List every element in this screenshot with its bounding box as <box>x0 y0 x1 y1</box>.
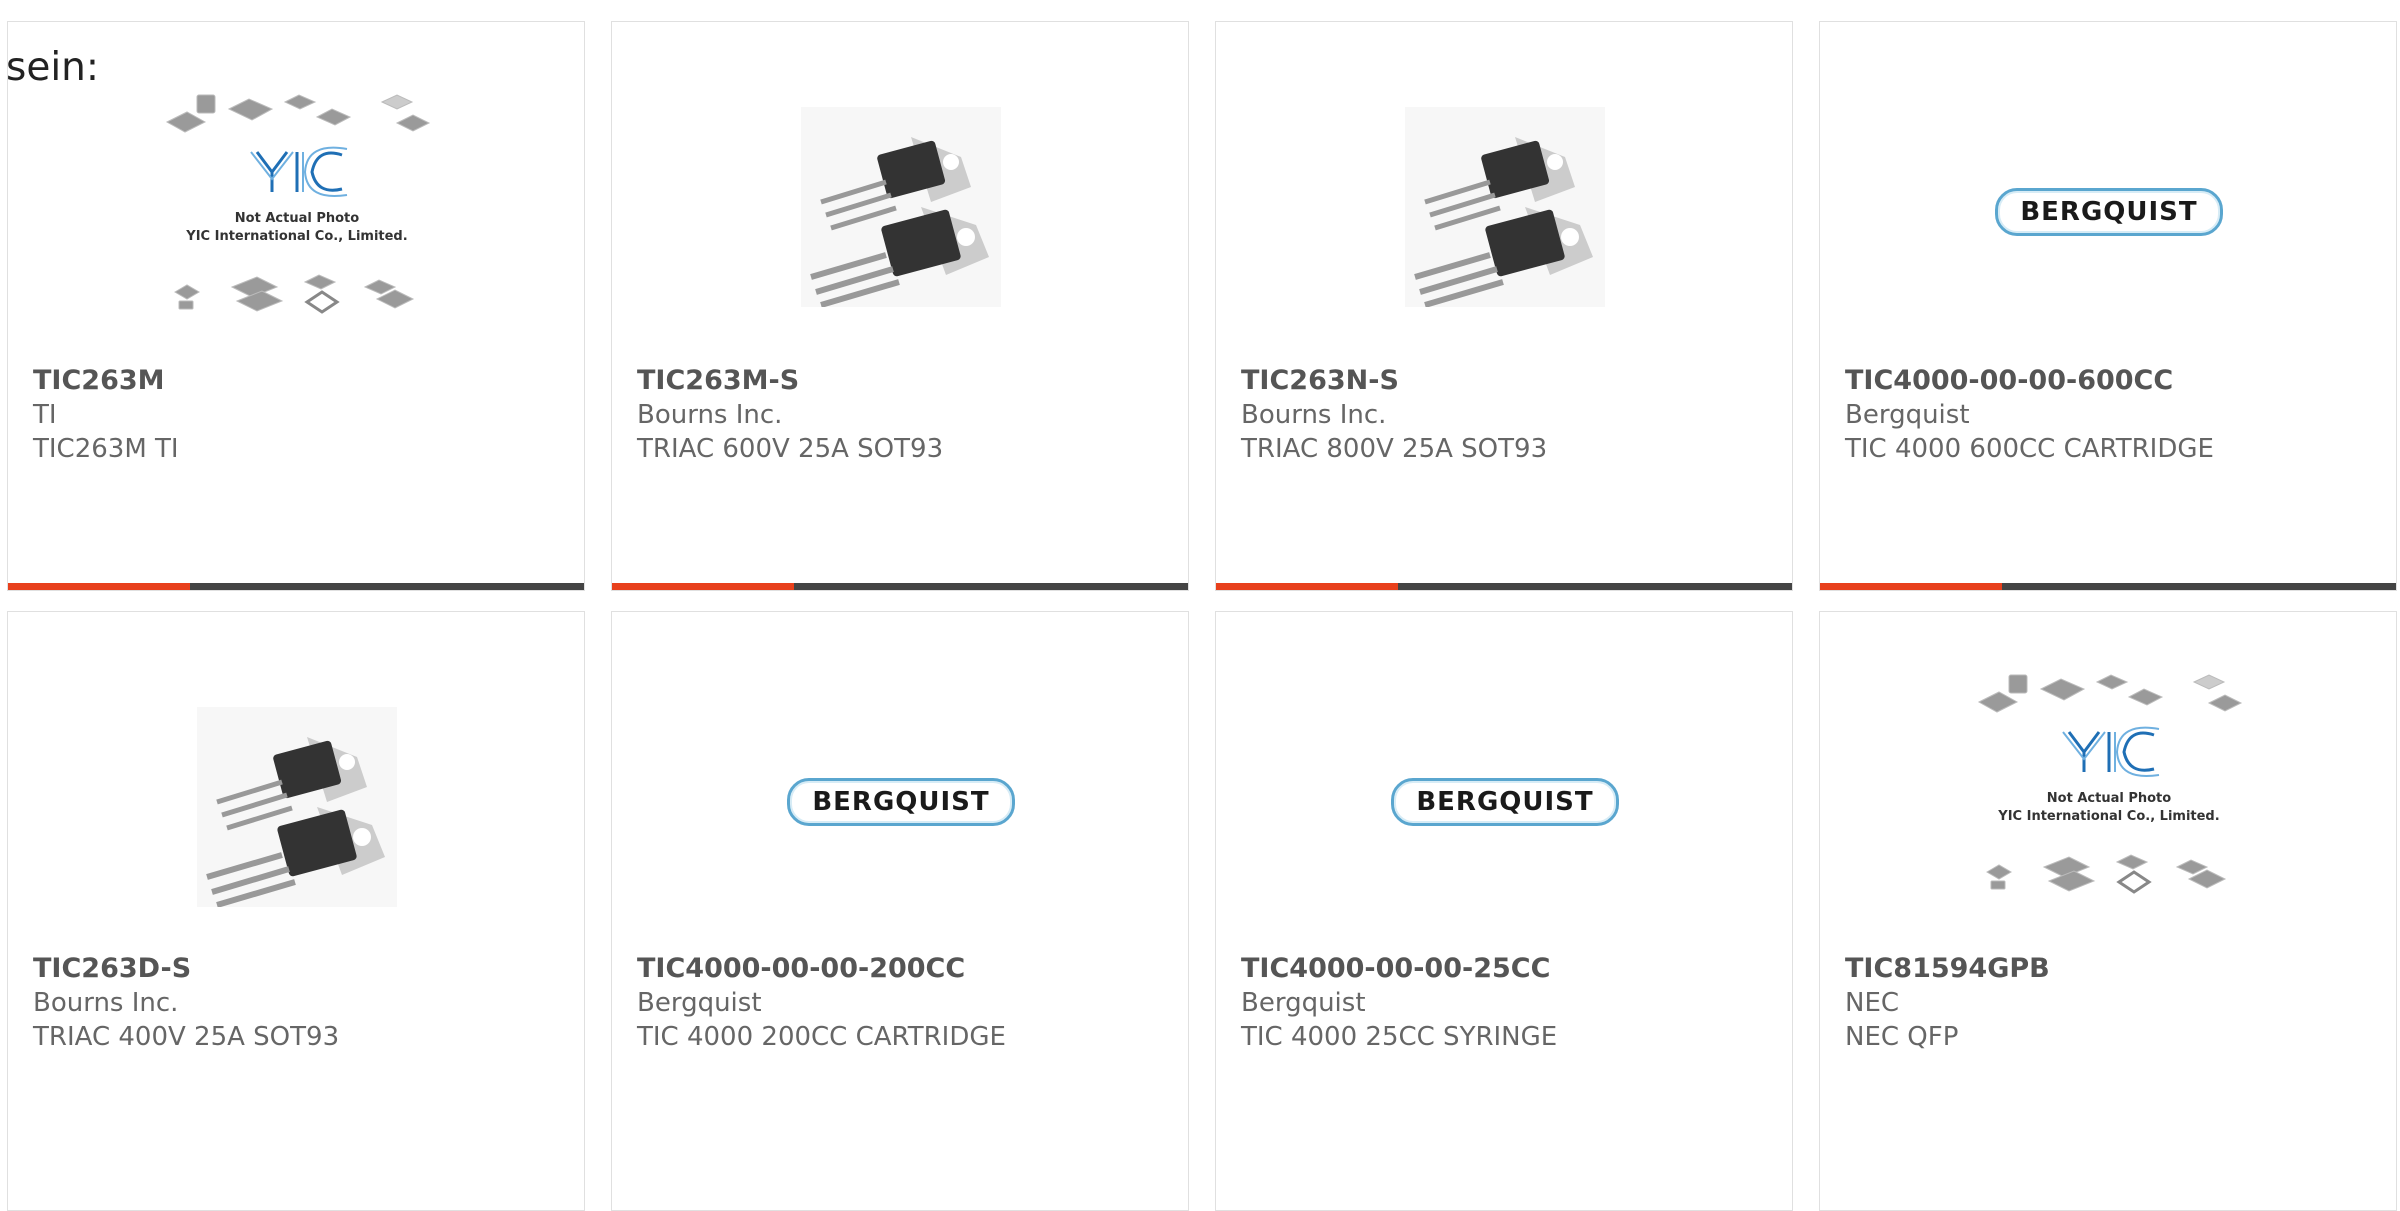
manufacturer: NEC <box>1845 988 1900 1018</box>
part-number-link[interactable]: TIC4000-00-00-25CC <box>1241 952 1772 986</box>
manufacturer: Bergquist <box>1845 400 1970 430</box>
product-image[interactable] <box>612 82 1188 332</box>
manufacturer: Bergquist <box>637 988 762 1018</box>
bergquist-logo: BERGQUIST <box>1995 188 2223 236</box>
description: TRIAC 800V 25A SOT93 <box>1241 434 1548 464</box>
description: TIC 4000 25CC SYRINGE <box>1241 1022 1558 1052</box>
card-bar-accent <box>8 583 190 590</box>
card-bar <box>612 583 1188 590</box>
card-bar-accent <box>1820 583 2002 590</box>
product-image[interactable]: BERGQUIST <box>1216 762 1792 842</box>
part-number-link[interactable]: TIC263M <box>33 364 564 398</box>
product-card[interactable]: Not Actual Photo YIC International Co., … <box>1819 611 2397 1211</box>
description: TIC 4000 200CC CARTRIDGE <box>637 1022 1006 1052</box>
description: NEC QFP <box>1845 1022 1959 1052</box>
product-info: TIC4000-00-00-600CC Bergquist TIC 4000 6… <box>1845 364 2376 466</box>
page-partial-text: sein: <box>6 45 100 90</box>
product-image[interactable]: Not Actual Photo YIC International Co., … <box>8 82 584 332</box>
product-image[interactable]: Not Actual Photo YIC International Co., … <box>1820 662 2396 912</box>
description: TIC 4000 600CC CARTRIDGE <box>1845 434 2214 464</box>
bergquist-logo: BERGQUIST <box>1391 778 1619 826</box>
to-package-icon <box>801 107 1001 307</box>
part-number-link[interactable]: TIC263D-S <box>33 952 564 986</box>
product-info: TIC81594GPB NEC NEC QFP <box>1845 952 2376 1054</box>
product-info: TIC263D-S Bourns Inc. TRIAC 400V 25A SOT… <box>33 952 564 1054</box>
manufacturer: TI <box>33 400 57 430</box>
to-package-icon <box>197 707 397 907</box>
product-image[interactable] <box>1216 82 1792 332</box>
bergquist-logo: BERGQUIST <box>787 778 1015 826</box>
product-info: TIC4000-00-00-25CC Bergquist TIC 4000 25… <box>1241 952 1772 1054</box>
product-info: TIC263M-S Bourns Inc. TRIAC 600V 25A SOT… <box>637 364 1168 466</box>
yic-placeholder-icon: Not Actual Photo YIC International Co., … <box>165 94 431 314</box>
card-bar <box>1216 583 1792 590</box>
product-card[interactable]: TIC263N-S Bourns Inc. TRIAC 800V 25A SOT… <box>1215 21 1793 591</box>
yic-placeholder-icon: Not Actual Photo YIC International Co., … <box>1977 674 2243 894</box>
card-bar-accent <box>1216 583 1398 590</box>
placeholder-line2: YIC International Co., Limited. <box>185 229 407 244</box>
description: TRIAC 400V 25A SOT93 <box>33 1022 340 1052</box>
product-card[interactable]: TIC263M-S Bourns Inc. TRIAC 600V 25A SOT… <box>611 21 1189 591</box>
placeholder-line2: YIC International Co., Limited. <box>1997 809 2219 824</box>
product-card[interactable]: BERGQUIST TIC4000-00-00-200CC Bergquist … <box>611 611 1189 1211</box>
part-number-link[interactable]: TIC4000-00-00-200CC <box>637 952 1168 986</box>
product-card[interactable]: Not Actual Photo YIC International Co., … <box>7 21 585 591</box>
placeholder-line1: Not Actual Photo <box>2047 791 2171 806</box>
card-bar <box>1820 583 2396 590</box>
placeholder-line1: Not Actual Photo <box>235 211 359 226</box>
part-number-link[interactable]: TIC263N-S <box>1241 364 1772 398</box>
product-info: TIC263M TI TIC263M TI <box>33 364 564 466</box>
product-card[interactable]: BERGQUIST TIC4000-00-00-600CC Bergquist … <box>1819 21 2397 591</box>
description: TRIAC 600V 25A SOT93 <box>637 434 944 464</box>
card-bar-accent <box>612 583 794 590</box>
product-info: TIC263N-S Bourns Inc. TRIAC 800V 25A SOT… <box>1241 364 1772 466</box>
manufacturer: Bourns Inc. <box>1241 400 1387 430</box>
product-image[interactable]: BERGQUIST <box>1820 172 2396 252</box>
product-grid: Not Actual Photo YIC International Co., … <box>0 0 2400 1211</box>
product-image[interactable]: BERGQUIST <box>612 762 1188 842</box>
product-image[interactable] <box>8 682 584 932</box>
manufacturer: Bergquist <box>1241 988 1366 1018</box>
part-number-link[interactable]: TIC81594GPB <box>1845 952 2376 986</box>
card-bar <box>8 583 584 590</box>
description: TIC263M TI <box>33 434 179 464</box>
part-number-link[interactable]: TIC263M-S <box>637 364 1168 398</box>
part-number-link[interactable]: TIC4000-00-00-600CC <box>1845 364 2376 398</box>
manufacturer: Bourns Inc. <box>637 400 783 430</box>
product-card[interactable]: TIC263D-S Bourns Inc. TRIAC 400V 25A SOT… <box>7 611 585 1211</box>
product-card[interactable]: BERGQUIST TIC4000-00-00-25CC Bergquist T… <box>1215 611 1793 1211</box>
to-package-icon <box>1405 107 1605 307</box>
manufacturer: Bourns Inc. <box>33 988 179 1018</box>
product-info: TIC4000-00-00-200CC Bergquist TIC 4000 2… <box>637 952 1168 1054</box>
